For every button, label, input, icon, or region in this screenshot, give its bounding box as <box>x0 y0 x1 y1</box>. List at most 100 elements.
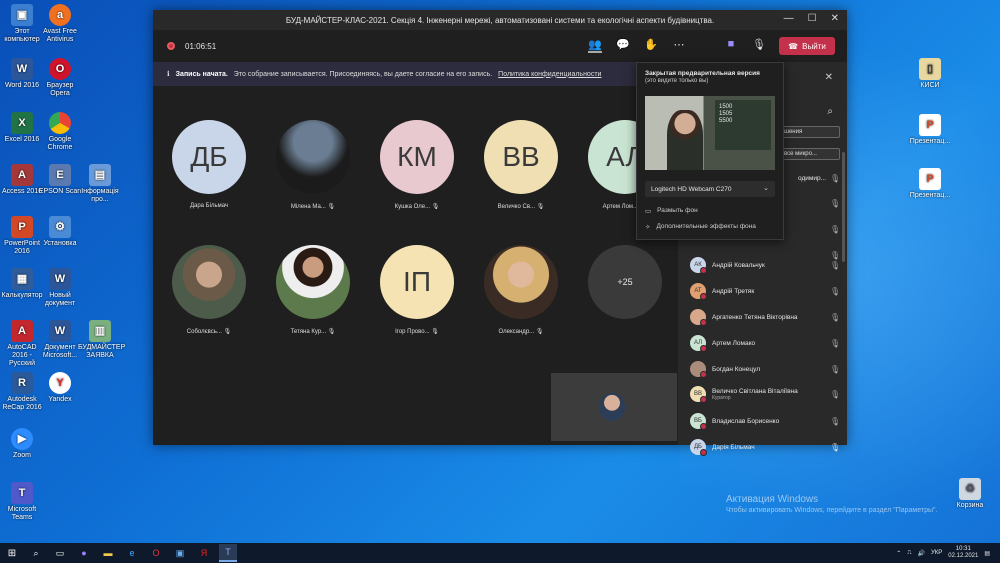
recycle-bin-icon: ♻ <box>959 478 981 500</box>
avatar: АЛ <box>690 335 707 352</box>
preview-person <box>667 110 703 170</box>
search-icon[interactable]: ⌕ <box>27 544 45 562</box>
participant-tile[interactable]: ІП Ігор Прово... 🎙 <box>379 245 455 335</box>
mic-off-icon: 🎙 <box>535 329 544 335</box>
participant-row[interactable]: ВВ Величко Світлана Віталіївна Куратор 🎙 <box>690 384 840 404</box>
mic-off-icon: 🎙 <box>830 198 841 208</box>
word-document-icon: W <box>49 320 71 342</box>
participant-tile[interactable]: Мілена Ма... 🎙 <box>275 120 351 210</box>
avatar: ІП <box>380 245 454 319</box>
self-video-person <box>599 393 625 421</box>
desktop-icon-info[interactable]: ▤ Інформація про... <box>78 164 122 204</box>
calculator-icon: ▦ <box>11 268 33 290</box>
chevron-down-icon: ⌄ <box>763 185 769 192</box>
mic-icon[interactable]: 🎙 <box>752 38 766 53</box>
people-icon[interactable]: 👥 <box>588 38 602 53</box>
participant-row[interactable]: Аргатенко Тетяна Вікторівна 🎙 <box>690 307 840 327</box>
document-icon: ▤ <box>89 164 111 186</box>
mic-off-icon: 🎙 <box>830 173 841 183</box>
participant-tile[interactable]: Тетяна Кур... 🎙 <box>275 245 351 335</box>
desktop-icon-recycle-bin[interactable]: ♻ Корзина <box>948 478 992 510</box>
mic-off-icon: 🎙 <box>431 329 439 335</box>
blur-icon: ▭ <box>645 208 652 215</box>
clock[interactable]: 10:31 02.12.2021 <box>948 546 978 560</box>
info-icon: ℹ <box>167 71 170 78</box>
desktop-icon-presentation-2[interactable]: P Презентац... <box>908 168 952 200</box>
participant-tile[interactable]: Олександр... 🎙 <box>483 245 559 335</box>
desktop-icon-new-doc[interactable]: W Новый документ <box>38 268 82 308</box>
desktop-icon-yandex[interactable]: Y Yandex <box>38 372 82 404</box>
participant-tile[interactable]: ВВ Величко Св... 🎙 <box>483 120 559 210</box>
panel-close-icon[interactable]: ✕ <box>825 72 833 83</box>
self-video-preview[interactable] <box>551 373 677 441</box>
teams-icon[interactable]: T <box>219 544 237 562</box>
more-icon[interactable]: ⋯ <box>672 38 686 53</box>
file-explorer-icon[interactable]: ▬ <box>99 544 117 562</box>
camera-select[interactable]: Logitech HD Webcam C270 ⌄ <box>645 181 775 197</box>
desktop-icon-ms-doc[interactable]: W Документ Microsoft... <box>38 320 82 360</box>
opera-icon[interactable]: O <box>147 544 165 562</box>
avatar: АТ <box>690 283 707 300</box>
avatar <box>276 120 350 194</box>
powerpoint-file-icon: P <box>919 114 941 136</box>
participant-tile[interactable]: КМ Кушка Оле... 🎙 <box>379 120 455 210</box>
leave-button[interactable]: ☎ Выйти <box>779 37 835 55</box>
desktop-icon-kisi[interactable]: ▯ КИСИ <box>908 58 952 90</box>
computer-icon: ▣ <box>11 4 33 26</box>
desktop-icon-avast[interactable]: a Avast Free Antivirus <box>38 4 82 44</box>
access-icon: A <box>11 164 33 186</box>
mic-on-icon: 🎙 <box>830 442 841 452</box>
zoom-icon: ▶ <box>11 428 33 450</box>
task-view-icon[interactable]: ▭ <box>51 544 69 562</box>
participant-tile[interactable]: Соболєвсь... 🎙 <box>171 245 247 335</box>
mute-all-button[interactable]: все микро... <box>778 148 840 160</box>
desktop-icon-presentation-1[interactable]: P Презентац... <box>908 114 952 146</box>
participant-row[interactable]: ВБ Владислав Борисенко 🎙 <box>690 411 840 431</box>
yandex-icon[interactable]: Я <box>195 544 213 562</box>
desktop-icon-chrome[interactable]: Google Chrome <box>38 112 82 152</box>
avatar-photo <box>690 361 707 378</box>
keyboard-language[interactable]: УКР <box>931 550 942 556</box>
notifications-icon[interactable]: ▤ <box>984 550 990 557</box>
blur-background-option[interactable]: ▭ Размыть фон <box>645 207 698 215</box>
desktop-icon-teams[interactable]: T Microsoft Teams <box>0 482 44 522</box>
more-participants-tile[interactable]: +25 <box>587 245 663 319</box>
participant-row[interactable]: АК Андрій Ковальчук 🎙 <box>690 255 840 275</box>
desktop-icon-budmaister[interactable]: ▥ БУДМАЙСТЕР ЗАЯВКА <box>78 320 125 360</box>
participant-row[interactable]: АЛ Артем Ломако 🎙 <box>690 333 840 353</box>
powerpoint-file-icon: P <box>919 168 941 190</box>
start-icon[interactable]: ⊞ <box>0 548 24 559</box>
desktop-icon-epson[interactable]: E EPSON Scan <box>38 164 82 196</box>
desktop-icon-zoom[interactable]: ▶ Zoom <box>0 428 44 460</box>
participant-row[interactable]: АТ Андрій Третяк 🎙 <box>690 281 840 301</box>
participant-tile[interactable]: ДБ Дара Більмач <box>171 120 247 209</box>
desktop-icon-setup[interactable]: ⚙ Установка <box>38 216 82 248</box>
image-viewer-icon[interactable]: ▣ <box>171 544 189 562</box>
desktop-icon-opera[interactable]: O Браузер Opera <box>38 58 82 98</box>
participant-row[interactable]: Богдан Конецул 🎙 <box>690 359 840 379</box>
search-icon[interactable]: ⌕ <box>827 106 833 117</box>
avatar-photo <box>484 245 558 319</box>
chat-icon[interactable]: 💬 <box>616 38 630 53</box>
volume-icon[interactable]: 🔊 <box>918 550 925 557</box>
meeting-timer: 01:06:51 <box>185 41 217 51</box>
teams-icon: T <box>11 482 33 504</box>
camera-icon[interactable]: ■ <box>724 38 738 53</box>
minimize-icon[interactable]: — <box>784 13 794 24</box>
participant-row[interactable]: ДБ Дарія Більмач 🎙 <box>690 437 840 457</box>
mic-off-icon: 🎙 <box>830 312 841 322</box>
window-title: БУД-МАЙСТЕР-КЛАС-2021. Секція 4. Інженер… <box>285 15 715 25</box>
edge-icon[interactable]: e <box>123 544 141 562</box>
maximize-icon[interactable]: ☐ <box>808 13 817 24</box>
background-effects-option[interactable]: ✧ Дополнительные эффекты фона <box>645 223 756 231</box>
network-icon[interactable]: ⎍ <box>907 550 911 557</box>
close-icon[interactable]: ✕ <box>831 13 839 24</box>
avatar: АК <box>690 257 707 274</box>
privacy-policy-link[interactable]: Политика конфиденциальности <box>498 71 601 78</box>
panel-scrollbar[interactable] <box>842 152 845 262</box>
excel-icon: X <box>11 112 33 134</box>
reactions-icon[interactable]: ✋ <box>644 38 658 53</box>
chrome-icon <box>49 112 71 134</box>
chevron-up-icon[interactable]: ⌃ <box>896 550 901 557</box>
cortana-icon[interactable]: ● <box>75 544 93 562</box>
